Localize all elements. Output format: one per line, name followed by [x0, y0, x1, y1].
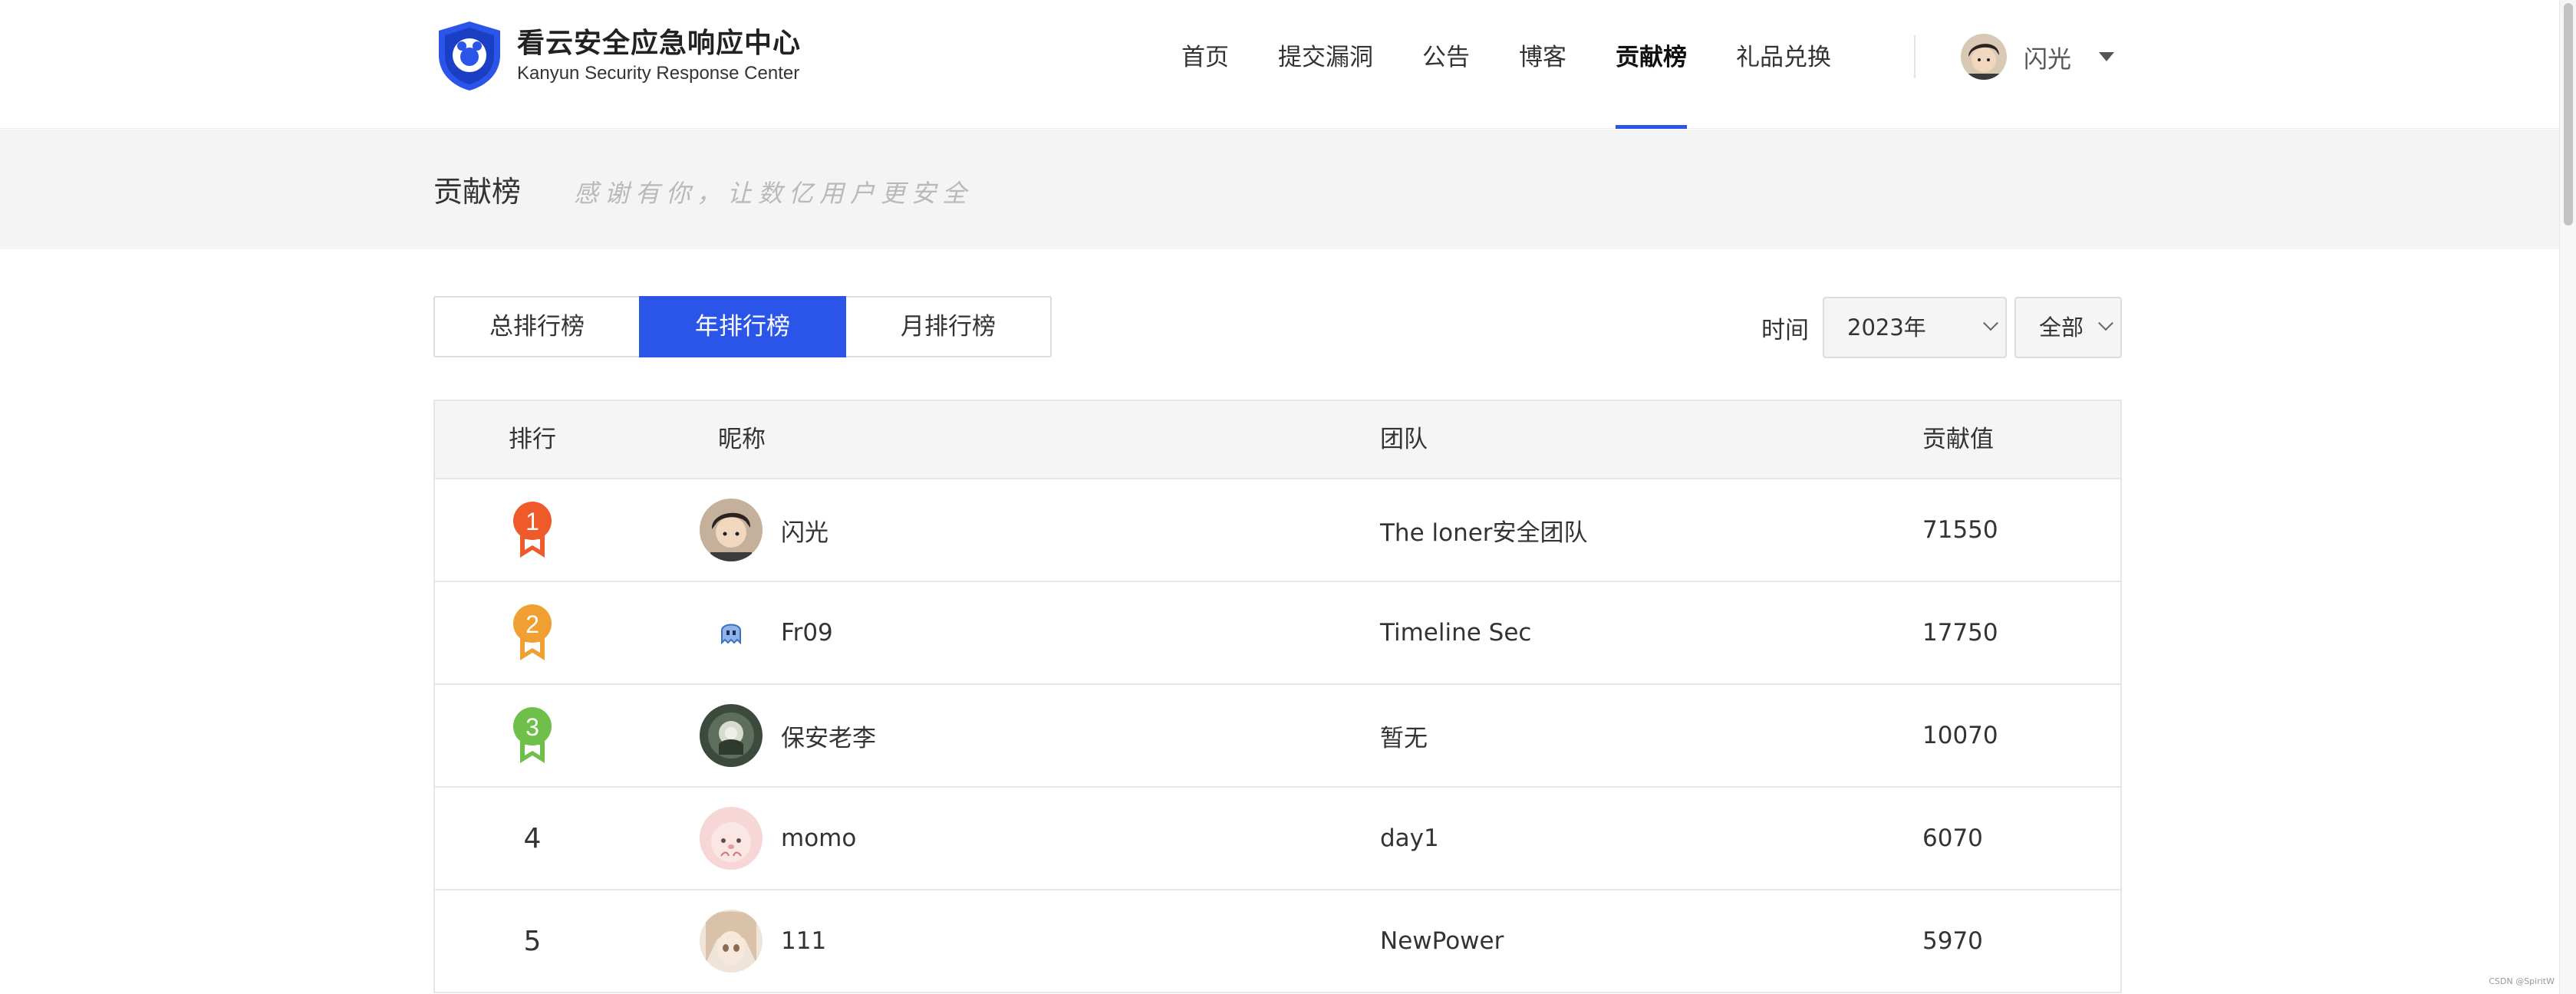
nick-cell: 保安老李 [700, 685, 876, 786]
medal-rank-number: 1 [525, 508, 539, 535]
team-cell: 暂无 [1380, 724, 1428, 752]
year-select-value: 2023年 [1847, 314, 1926, 341]
medal-rank-number: 3 [525, 713, 539, 741]
table-row: 1 闪光 The loner安全团队 71550 [435, 479, 2120, 582]
table-header: 排行 昵称 团队 贡献值 [435, 401, 2120, 479]
nav-blog[interactable]: 博客 [1519, 0, 1566, 129]
page-title: 贡献榜 [433, 175, 522, 209]
user-name: 闪光 [2024, 45, 2071, 74]
caret-down-icon[interactable] [2099, 52, 2114, 61]
nav-home[interactable]: 首页 [1181, 0, 1229, 129]
avatar[interactable] [700, 910, 763, 973]
table-row: 4 momo day1 6070 [435, 788, 2120, 890]
nav-leaderboard[interactable]: 贡献榜 [1616, 0, 1687, 129]
scrollbar-thumb[interactable] [2564, 3, 2573, 225]
nickname[interactable]: 111 [781, 927, 826, 955]
bronze-medal-icon: 3 [513, 707, 552, 763]
team-cell: Timeline Sec [1380, 619, 1532, 647]
user-menu[interactable]: 闪光 [1961, 34, 2114, 80]
time-filter-label: 时间 [1761, 317, 1809, 344]
medal-rank-number: 2 [525, 611, 539, 638]
chevron-down-icon [2098, 315, 2113, 331]
nick-cell: Fr09 [700, 582, 833, 683]
header-team: 团队 [1380, 426, 1428, 453]
score-cell: 71550 [1922, 516, 1998, 544]
nav-announcements[interactable]: 公告 [1422, 0, 1470, 129]
scope-select-value: 全部 [2039, 314, 2084, 341]
shield-logo-icon [439, 21, 500, 91]
rank-number: 4 [523, 822, 542, 854]
header-nick: 昵称 [718, 426, 766, 453]
chevron-down-icon [1983, 315, 1998, 331]
team-cell: The loner安全团队 [1380, 518, 1588, 547]
year-select[interactable]: 2023年 [1823, 297, 2007, 358]
avatar[interactable] [700, 601, 763, 664]
score-cell: 17750 [1922, 619, 1998, 647]
score-cell: 10070 [1922, 722, 1998, 749]
score-cell: 5970 [1922, 927, 1983, 955]
rank-cell: 4 [435, 788, 630, 889]
nick-cell: 111 [700, 890, 826, 992]
nickname[interactable]: 闪光 [781, 513, 828, 548]
tab-monthly-ranking[interactable]: 月排行榜 [845, 296, 1052, 357]
team-cell: NewPower [1380, 927, 1504, 955]
page-scrollbar[interactable] [2559, 0, 2576, 994]
header-rank: 排行 [509, 426, 556, 453]
avatar[interactable] [700, 499, 763, 561]
rank-number: 5 [523, 925, 542, 957]
gold-medal-icon: 1 [513, 502, 552, 558]
tab-yearly-ranking[interactable]: 年排行榜 [639, 296, 846, 357]
rank-cell: 5 [435, 890, 630, 992]
watermark: CSDN @SpiritW [2489, 976, 2555, 986]
nickname[interactable]: momo [781, 824, 856, 852]
rank-cell: 3 [435, 685, 630, 786]
leaderboard-table: 排行 昵称 团队 贡献值 1 闪光 The loner安全团队 71550 2 … [433, 400, 2122, 993]
user-avatar [1961, 34, 2007, 80]
nickname[interactable]: Fr09 [781, 619, 833, 647]
team-cell: day1 [1380, 824, 1439, 852]
nav-submit-vulnerability[interactable]: 提交漏洞 [1278, 0, 1373, 129]
nav-gift-exchange[interactable]: 礼品兑换 [1736, 0, 1831, 129]
logo-subtitle: Kanyun Security Response Center [517, 63, 800, 84]
silver-medal-icon: 2 [513, 604, 552, 660]
page-banner: 贡献榜 感谢有你，让数亿用户更安全 [0, 130, 2559, 249]
page-slogan: 感谢有你，让数亿用户更安全 [574, 179, 973, 208]
scope-select[interactable]: 全部 [2014, 297, 2122, 358]
rank-cell: 1 [435, 479, 630, 581]
header-score: 贡献值 [1922, 426, 1994, 453]
table-row: 5 111 NewPower 5970 [435, 890, 2120, 993]
site-header: 看云安全应急响应中心 Kanyun Security Response Cent… [0, 0, 2559, 129]
table-row: 3 保安老李 暂无 10070 [435, 685, 2120, 788]
nickname[interactable]: 保安老李 [781, 719, 876, 753]
main-nav: 首页 提交漏洞 公告 博客 贡献榜 礼品兑换 [1181, 0, 1880, 129]
tab-total-ranking[interactable]: 总排行榜 [433, 296, 641, 357]
logo-title: 看云安全应急响应中心 [517, 28, 802, 59]
table-row: 2 Fr09 Timeline Sec 17750 [435, 582, 2120, 685]
score-cell: 6070 [1922, 824, 1983, 852]
nick-cell: momo [700, 788, 856, 889]
avatar[interactable] [700, 807, 763, 870]
nick-cell: 闪光 [700, 479, 828, 581]
avatar[interactable] [700, 704, 763, 767]
rank-cell: 2 [435, 582, 630, 683]
ranking-tabs: 总排行榜 年排行榜 月排行榜 [433, 296, 1052, 357]
site-logo[interactable]: 看云安全应急响应中心 Kanyun Security Response Cent… [436, 20, 801, 92]
nav-divider [1914, 35, 1916, 78]
